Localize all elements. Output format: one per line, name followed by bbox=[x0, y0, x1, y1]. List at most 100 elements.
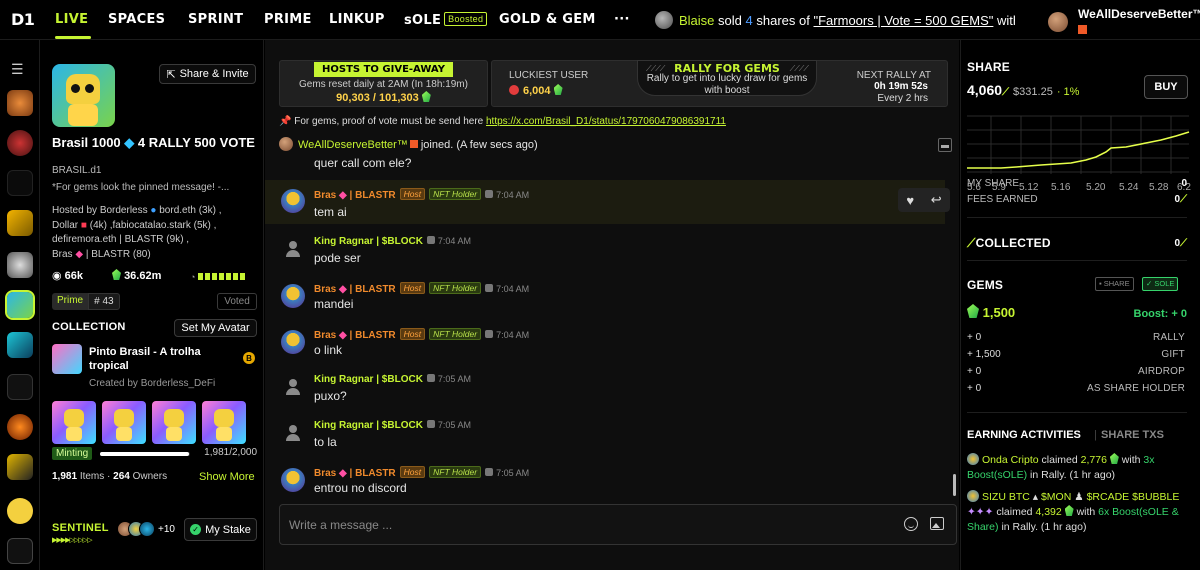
message-author[interactable]: Bras ◆ | BLASTR Host NFT Holder 7:04 AM bbox=[314, 188, 529, 201]
nav-sole[interactable]: sOLE Boosted bbox=[404, 12, 488, 28]
voted-button[interactable]: Voted bbox=[217, 293, 257, 310]
channel-icon-dog[interactable] bbox=[7, 252, 33, 278]
channel-title: Brasil 1000 ◆ 4 RALLY 500 VOTE bbox=[52, 135, 257, 150]
tab-share-txs[interactable]: SHARE TXS bbox=[1101, 429, 1164, 441]
avatar[interactable] bbox=[281, 330, 305, 354]
share-invite-button[interactable]: ⇱ Share & Invite bbox=[159, 64, 256, 84]
reply-icon[interactable]: ↩ bbox=[931, 192, 942, 208]
collapse-menu-icon[interactable]: ☰ bbox=[11, 61, 24, 78]
nav-prime[interactable]: PRIME bbox=[264, 12, 312, 27]
chat-scrollbar[interactable] bbox=[953, 474, 956, 496]
nav-sprint[interactable]: SPRINT bbox=[188, 12, 243, 27]
message-time: 7:05 AM bbox=[437, 420, 471, 430]
set-avatar-button[interactable]: Set My Avatar bbox=[174, 319, 257, 337]
share-price-line bbox=[967, 131, 1190, 169]
badge-icon bbox=[485, 284, 494, 292]
heart-icon[interactable]: ♥ bbox=[906, 193, 914, 208]
avatar[interactable] bbox=[281, 376, 305, 400]
gems-toggle-share[interactable]: ▪ SHARE bbox=[1095, 277, 1134, 291]
pink-diamond-icon: ◆ bbox=[339, 468, 347, 479]
message-input[interactable] bbox=[280, 505, 890, 544]
activity-user[interactable]: SIZU BTC bbox=[982, 491, 1030, 503]
gem-icon bbox=[967, 304, 979, 318]
channel-icon-bull[interactable] bbox=[7, 130, 33, 156]
pinned-link[interactable]: https://x.com/Brasil_D1/status/179706047… bbox=[486, 116, 726, 127]
avatar[interactable] bbox=[281, 189, 305, 213]
show-more-link[interactable]: Show More bbox=[199, 471, 255, 483]
avatar[interactable] bbox=[281, 284, 305, 308]
user-name: WeAllDeserveBetter™ bbox=[1078, 7, 1200, 21]
channel-icon-fox[interactable] bbox=[7, 90, 33, 116]
channel-icon-d1[interactable] bbox=[7, 538, 33, 564]
host-name[interactable]: Borderless bbox=[100, 205, 148, 216]
channel-avatar bbox=[52, 64, 115, 127]
message-author[interactable]: Bras ◆ | BLASTR Host NFT Holder 7:04 AM bbox=[314, 328, 529, 341]
channel-icon-chart[interactable] bbox=[7, 210, 33, 236]
channel-icon-pacman[interactable] bbox=[7, 498, 33, 524]
message-author[interactable]: King Ragnar | $BLOCK 7:05 AM bbox=[314, 374, 471, 385]
host-name[interactable]: (4k) ,fabiocatalao.stark (5k) , bbox=[90, 220, 217, 231]
ticker-link[interactable]: "Farmoors | Vote = 500 GEMS" bbox=[814, 13, 994, 28]
channel-icon-figure[interactable] bbox=[7, 454, 33, 480]
avatar[interactable] bbox=[281, 238, 305, 262]
message-author[interactable]: Bras ◆ | BLASTR Host NFT Holder 7:04 AM bbox=[314, 282, 529, 295]
nav-live[interactable]: LIVE bbox=[55, 12, 88, 27]
prime-rank-badge[interactable]: Prime # 43 bbox=[52, 293, 120, 310]
key-icon: ⟋ bbox=[967, 236, 976, 250]
author-suffix: | BLASTR bbox=[349, 190, 396, 201]
chat-message: Bras ◆ | BLASTR Host NFT Holder 7:05 AM ent… bbox=[265, 464, 945, 499]
message-author[interactable]: King Ragnar | $BLOCK 7:05 AM bbox=[314, 420, 471, 431]
message-text: to la bbox=[314, 435, 337, 449]
channel-icon-brasil-active[interactable] bbox=[5, 290, 35, 320]
message-author[interactable]: King Ragnar | $BLOCK 7:04 AM bbox=[314, 236, 471, 247]
nft-thumbnail[interactable] bbox=[52, 344, 82, 374]
message-time: 7:05 AM bbox=[437, 374, 471, 384]
token-icon: ▴ bbox=[1032, 491, 1039, 503]
channel-description[interactable]: *For gems look the pinned message! -... bbox=[52, 182, 257, 193]
emoji-icon[interactable] bbox=[904, 517, 918, 531]
nft-card[interactable] bbox=[102, 401, 146, 444]
user-menu[interactable]: WeAllDeserveBetter™ bbox=[1048, 7, 1200, 37]
tab-earning-activities[interactable]: EARNING ACTIVITIES bbox=[967, 429, 1081, 441]
channel-icon-l[interactable] bbox=[7, 374, 33, 400]
nft-card[interactable] bbox=[52, 401, 96, 444]
avatar[interactable] bbox=[281, 468, 305, 492]
join-user[interactable]: WeAllDeserveBetter™ bbox=[298, 139, 408, 151]
app-logo[interactable]: D1 bbox=[11, 10, 35, 29]
nft-card[interactable] bbox=[152, 401, 196, 444]
message-author[interactable]: Bras ◆ | BLASTR Host NFT Holder 7:05 AM bbox=[314, 466, 529, 479]
top-nav: D1 LIVE SPACES SPRINT PRIME LINKUP sOLE B… bbox=[0, 0, 1200, 40]
nft-title[interactable]: Pinto Brasil - A trolha tropical bbox=[89, 345, 239, 373]
check-icon: ✓ bbox=[190, 524, 202, 535]
avatar[interactable] bbox=[281, 422, 305, 446]
activity-user[interactable]: Onda Cripto bbox=[982, 454, 1039, 466]
host-name[interactable]: defiremora.eth | BLASTR (9k) , bbox=[52, 234, 189, 245]
nav-spaces[interactable]: SPACES bbox=[108, 12, 165, 27]
user-avatar bbox=[1048, 12, 1068, 32]
mint-progress-fill bbox=[100, 452, 190, 456]
buy-button[interactable]: BUY bbox=[1144, 75, 1188, 99]
ticker-avatar bbox=[655, 11, 673, 29]
luckiest-user-value[interactable]: 6,004 bbox=[509, 84, 563, 97]
nav-more-button[interactable]: ··· bbox=[614, 12, 630, 27]
nav-linkup[interactable]: LINKUP bbox=[329, 12, 385, 27]
channel-icon-gun[interactable] bbox=[7, 170, 33, 196]
chat-mode-toggle-button[interactable] bbox=[938, 138, 952, 152]
trade-ticker[interactable]: Blaise sold 4 shares of "Farmoors | Vote… bbox=[655, 11, 1015, 29]
nav-active-indicator bbox=[55, 36, 91, 39]
chat-area: HOSTS TO GIVE-AWAY Gems reset daily at 2… bbox=[265, 40, 959, 570]
image-icon[interactable] bbox=[930, 517, 944, 530]
channel-icon-eye[interactable] bbox=[7, 414, 33, 440]
gems-toggle-sole[interactable]: ✓ SOLE bbox=[1142, 277, 1179, 291]
host-name[interactable]: Dollar bbox=[52, 220, 78, 231]
nft-card[interactable] bbox=[202, 401, 246, 444]
channel-handle: BRASIL.d1 bbox=[52, 165, 102, 176]
message-list[interactable]: quer call com ele? Bras ◆ | BLASTR Host NF… bbox=[265, 154, 959, 499]
host-name[interactable]: | BLASTR (80) bbox=[86, 249, 151, 260]
share-change: · 1% bbox=[1056, 86, 1080, 98]
host-name[interactable]: bord.eth (3k) , bbox=[159, 205, 221, 216]
my-stake-button[interactable]: ✓ My Stake bbox=[184, 518, 257, 541]
channel-icon-cube[interactable] bbox=[7, 332, 33, 358]
nav-gold-gem[interactable]: GOLD & GEM bbox=[499, 12, 596, 27]
host-name[interactable]: Bras bbox=[52, 249, 73, 260]
